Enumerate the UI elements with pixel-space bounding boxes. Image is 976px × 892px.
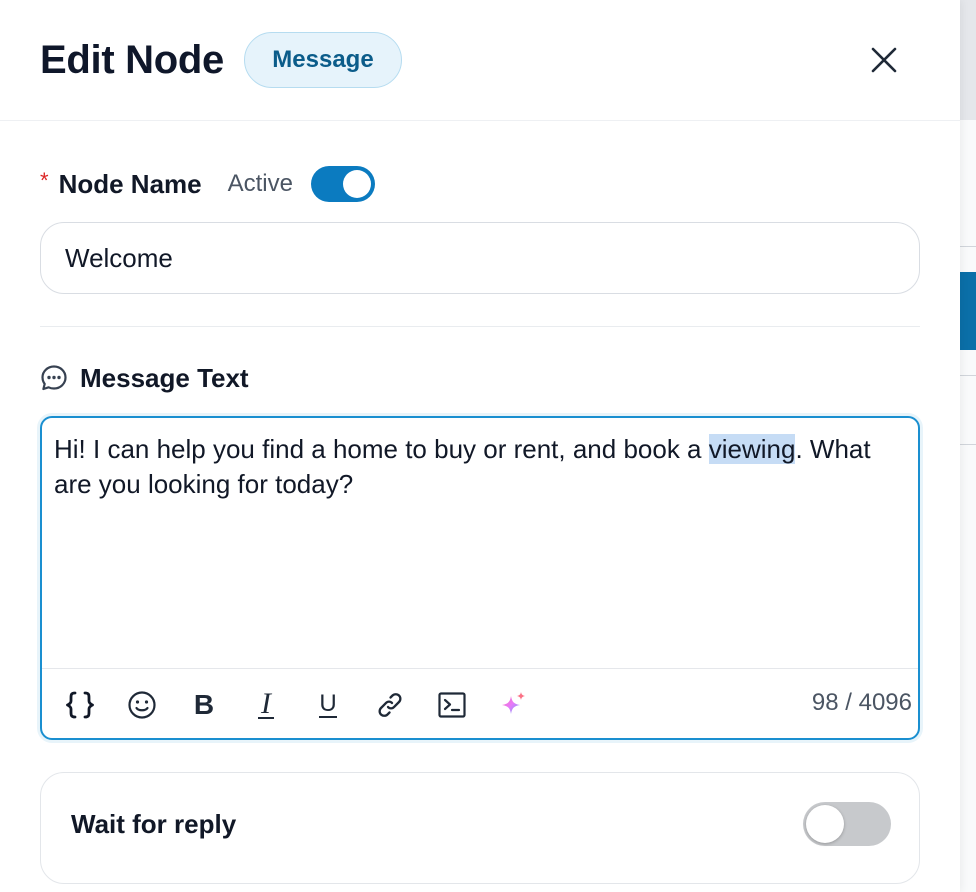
background-selected-row (960, 272, 976, 350)
chat-bubble-icon (41, 365, 67, 391)
background-divider (960, 444, 976, 445)
link-button[interactable] (370, 685, 410, 725)
emoji-button[interactable] (122, 685, 162, 725)
wait-for-reply-label: Wait for reply (71, 809, 237, 839)
active-toggle[interactable] (310, 166, 375, 202)
terminal-icon (438, 691, 466, 718)
background-card (960, 120, 976, 892)
toggle-knob (342, 170, 371, 198)
background-divider (960, 246, 976, 247)
node-name-label-row: * Node Name Active (40, 164, 375, 204)
edit-node-panel: Edit Node Message * Node Name Active Mes… (0, 0, 960, 892)
link-icon (378, 692, 402, 717)
message-text-part: Hi! I can help you find a home to buy or… (54, 434, 709, 464)
message-textarea[interactable]: Hi! I can help you find a home to buy or… (54, 432, 894, 502)
smiley-icon (128, 690, 156, 719)
active-label: Active (227, 170, 293, 197)
code-button[interactable] (432, 685, 472, 725)
underline-button[interactable]: U (308, 685, 348, 725)
bold-button[interactable]: B (184, 685, 224, 725)
selected-text: viewing (708, 434, 796, 464)
editor-toolbar: B I U 98 / 4096 (42, 668, 918, 738)
toggle-knob (806, 805, 844, 843)
required-mark: * (40, 168, 49, 193)
italic-button[interactable]: I (246, 685, 286, 725)
panel-header: Edit Node Message (0, 0, 960, 121)
message-text-label-row: Message Text (40, 358, 249, 398)
message-editor[interactable]: Hi! I can help you find a home to buy or… (40, 416, 920, 740)
insert-variable-button[interactable] (60, 685, 100, 725)
node-name-input[interactable] (40, 222, 920, 294)
wait-for-reply-toggle[interactable] (803, 802, 891, 846)
curly-braces-icon (66, 691, 94, 718)
background-app-edge (960, 0, 976, 892)
ai-assist-button[interactable] (494, 685, 534, 725)
character-counter: 98 / 4096 (811, 689, 912, 716)
italic-label: I (258, 688, 274, 719)
sparkle-icon (502, 691, 525, 714)
wait-for-reply-card: Wait for reply (40, 772, 920, 884)
underline-label: U (319, 689, 337, 718)
close-icon (871, 47, 897, 73)
background-divider (960, 375, 976, 376)
section-divider (40, 326, 920, 327)
bold-label: B (193, 688, 215, 720)
close-button[interactable] (862, 38, 906, 82)
node-name-label: Node Name (58, 168, 202, 199)
message-text-label: Message Text (80, 362, 249, 393)
page-title: Edit Node (40, 38, 224, 82)
node-type-badge: Message (244, 32, 402, 88)
